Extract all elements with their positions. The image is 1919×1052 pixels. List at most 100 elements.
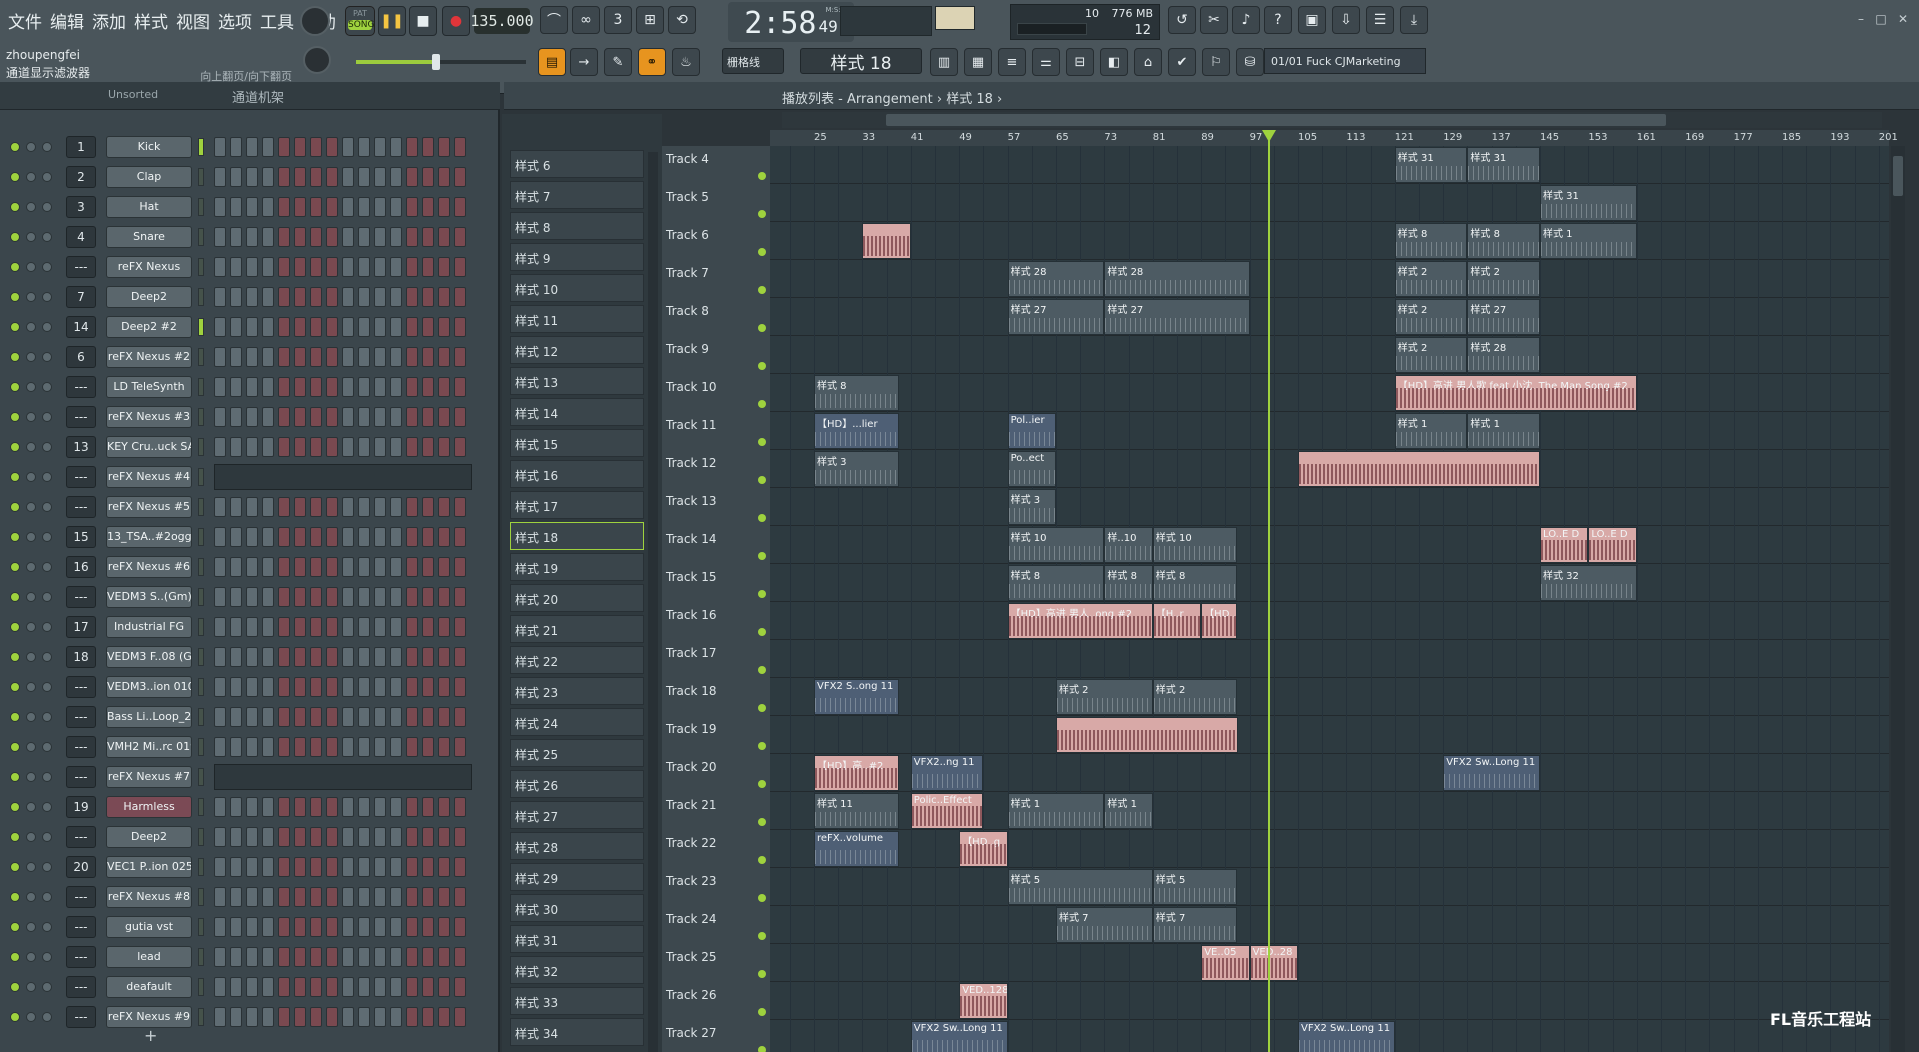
step-button[interactable] (326, 917, 338, 937)
step-button[interactable] (438, 137, 450, 157)
step-button[interactable] (246, 857, 258, 877)
step-button[interactable] (438, 167, 450, 187)
step-button[interactable] (310, 227, 322, 247)
step-sequencer[interactable] (214, 887, 474, 907)
channel-select-indicator[interactable] (198, 858, 204, 876)
step-button[interactable] (262, 317, 274, 337)
mixer-track-number[interactable]: --- (66, 766, 96, 788)
step-button[interactable] (214, 677, 226, 697)
channel-rack-icon[interactable]: ▦ (964, 48, 992, 76)
channel-name-button[interactable]: deafault (106, 976, 192, 998)
step-button[interactable] (326, 617, 338, 637)
track-lane[interactable] (770, 260, 1889, 298)
pattern-clip[interactable]: 样式 27 (1007, 299, 1105, 335)
pattern-item[interactable]: 样式 8 (510, 212, 644, 240)
pan-knob[interactable] (26, 832, 36, 842)
automation-clip[interactable]: Pol..ier (1007, 413, 1056, 449)
pattern-clip[interactable]: 样式 32 (1540, 565, 1637, 601)
mixer-track-number[interactable]: 7 (66, 286, 96, 308)
pattern-item[interactable]: 样式 22 (510, 646, 644, 674)
step-button[interactable] (214, 227, 226, 247)
step-button[interactable] (326, 377, 338, 397)
step-sequencer[interactable] (214, 737, 474, 757)
pattern-clip[interactable]: 样式 1 (1394, 413, 1468, 449)
track-lane[interactable] (770, 412, 1889, 450)
track-lane[interactable] (770, 640, 1889, 678)
channel-row[interactable]: 14 Deep2 #2 (0, 312, 490, 342)
pencil-tool-icon[interactable]: ✎ (604, 48, 632, 76)
step-button[interactable] (278, 227, 290, 247)
mute-led[interactable] (10, 622, 20, 632)
channel-row[interactable]: --- reFX Nexus #8 (0, 882, 490, 912)
mute-led[interactable] (10, 292, 20, 302)
step-button[interactable] (438, 797, 450, 817)
step-button[interactable] (230, 257, 242, 277)
step-button[interactable] (342, 407, 354, 427)
step-button[interactable] (454, 797, 466, 817)
step-button[interactable] (374, 497, 386, 517)
step-button[interactable] (406, 887, 418, 907)
step-button[interactable] (406, 167, 418, 187)
step-button[interactable] (358, 1007, 370, 1027)
step-button[interactable] (214, 527, 226, 547)
step-button[interactable] (230, 407, 242, 427)
step-button[interactable] (454, 437, 466, 457)
step-button[interactable] (214, 587, 226, 607)
step-button[interactable] (310, 827, 322, 847)
pan-knob[interactable] (26, 472, 36, 482)
mixer-track-number[interactable]: 3 (66, 196, 96, 218)
step-button[interactable] (438, 707, 450, 727)
channel-row[interactable]: --- reFX Nexus #9 (0, 1002, 490, 1032)
step-button[interactable] (294, 827, 306, 847)
step-button[interactable] (278, 497, 290, 517)
track-name[interactable]: Track 27 (666, 1026, 716, 1040)
volume-knob[interactable] (42, 832, 52, 842)
channel-select-indicator[interactable] (198, 558, 204, 576)
step-sequencer[interactable] (214, 497, 474, 517)
step-button[interactable] (294, 437, 306, 457)
channel-row[interactable]: 19 Harmless (0, 792, 490, 822)
pattern-item[interactable]: 样式 9 (510, 243, 644, 271)
track-name[interactable]: Track 7 (666, 266, 709, 280)
automation-clip[interactable]: 【HD】...lier (814, 413, 899, 449)
step-button[interactable] (310, 167, 322, 187)
step-button[interactable] (342, 917, 354, 937)
mixer-track-number[interactable]: 17 (66, 616, 96, 638)
mute-led[interactable] (10, 352, 20, 362)
audio-clip[interactable]: VED..28 (1249, 945, 1298, 981)
step-button[interactable] (422, 827, 434, 847)
step-button[interactable] (230, 677, 242, 697)
metronome-icon[interactable]: ⌒ (540, 6, 568, 34)
step-button[interactable] (422, 497, 434, 517)
volume-knob[interactable] (42, 442, 52, 452)
step-button[interactable] (246, 977, 258, 997)
news-bar[interactable]: 01/01 Fuck CJMarketing (1264, 48, 1426, 74)
step-button[interactable] (406, 287, 418, 307)
channel-name-button[interactable]: reFX Nexus #2 (106, 346, 192, 368)
pattern-item[interactable]: 样式 26 (510, 770, 644, 798)
step-button[interactable] (438, 317, 450, 337)
step-button[interactable] (294, 1007, 306, 1027)
pattern-clip[interactable]: 样式 2 (1394, 299, 1468, 335)
step-button[interactable] (214, 1007, 226, 1027)
track-mute-led[interactable] (758, 704, 766, 712)
step-button[interactable] (214, 347, 226, 367)
track-name[interactable]: Track 17 (666, 646, 716, 660)
step-button[interactable] (438, 977, 450, 997)
channel-row[interactable]: --- Bass Li..Loop_2 (0, 702, 490, 732)
track-name[interactable]: Track 11 (666, 418, 716, 432)
step-button[interactable] (374, 257, 386, 277)
step-button[interactable] (294, 557, 306, 577)
step-button[interactable] (262, 407, 274, 427)
step-button[interactable] (214, 617, 226, 637)
step-button[interactable] (390, 227, 402, 247)
step-button[interactable] (214, 947, 226, 967)
track-mute-led[interactable] (758, 666, 766, 674)
vertical-scrollbar[interactable] (1891, 146, 1905, 1052)
step-button[interactable] (438, 257, 450, 277)
step-button[interactable] (390, 1007, 402, 1027)
step-button[interactable] (358, 887, 370, 907)
chat-icon[interactable]: ☰ (1366, 6, 1394, 34)
step-button[interactable] (406, 317, 418, 337)
channel-select-indicator[interactable] (198, 648, 204, 666)
